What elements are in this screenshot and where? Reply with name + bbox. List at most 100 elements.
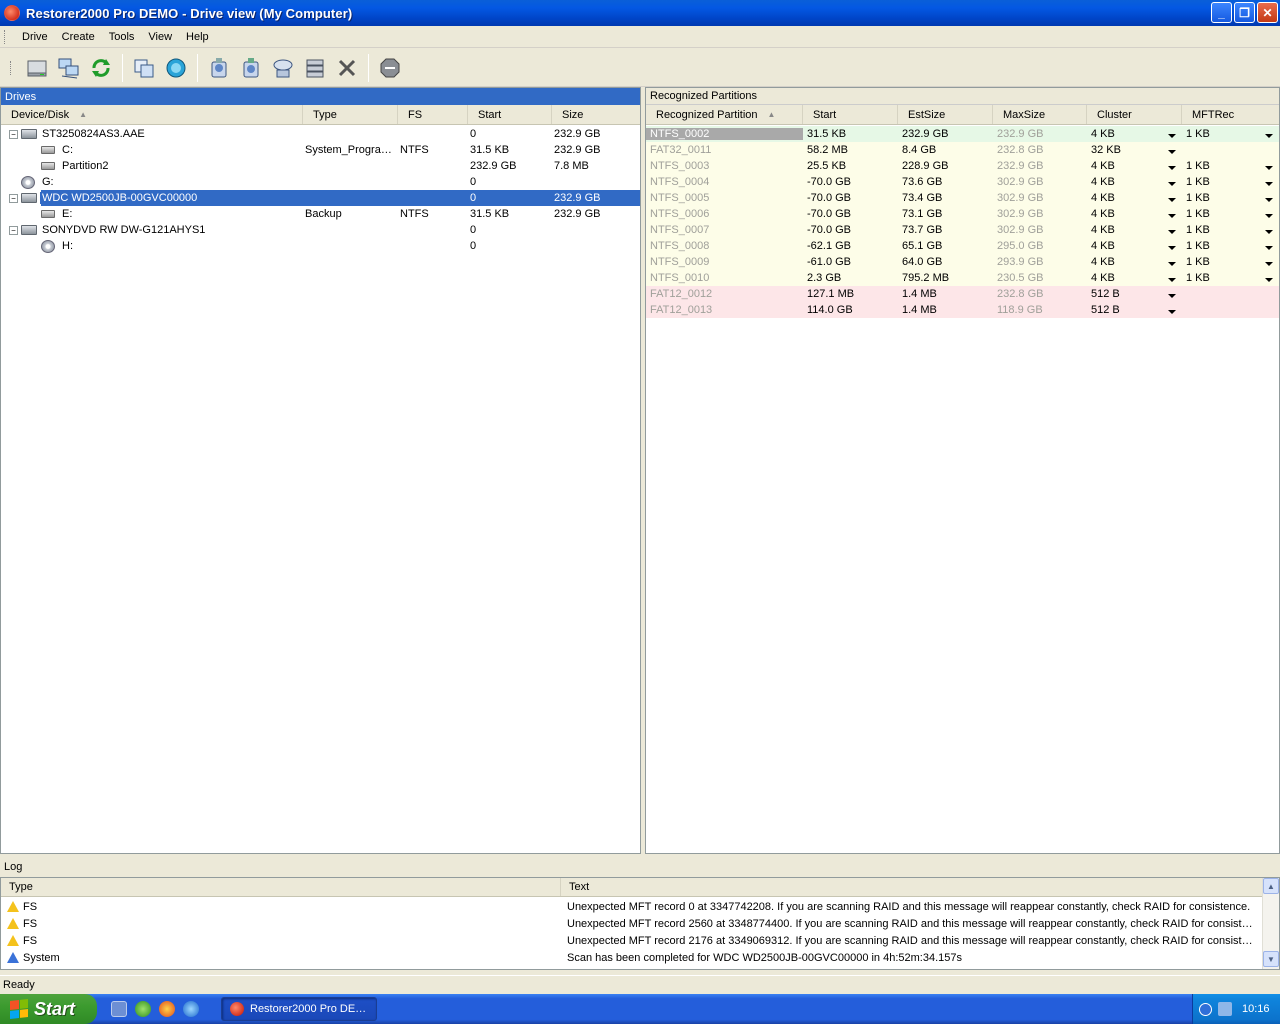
- column-header-fs[interactable]: FS: [398, 105, 468, 124]
- dropdown-arrow-icon[interactable]: [1168, 246, 1176, 250]
- dropdown-arrow-icon[interactable]: [1168, 166, 1176, 170]
- log-row[interactable]: FS Unexpected MFT record 0 at 3347742208.…: [1, 898, 1279, 915]
- column-header-size[interactable]: Size: [552, 105, 640, 124]
- log-row[interactable]: FS Unexpected MFT record 2560 at 33487744…: [1, 915, 1279, 932]
- dropdown-arrow-icon[interactable]: [1265, 198, 1273, 202]
- dropdown-arrow-icon[interactable]: [1168, 198, 1176, 202]
- log-row[interactable]: System Scan has been completed for WDC WD…: [1, 949, 1279, 966]
- column-header-maxsize[interactable]: MaxSize: [993, 105, 1087, 124]
- clock[interactable]: 10:16: [1242, 1003, 1270, 1015]
- start-button[interactable]: Start: [0, 994, 97, 1024]
- tree-row[interactable]: − ST3250824AS3.AAE 0 232.9 GB: [1, 126, 640, 142]
- log-scrollbar[interactable]: ▲ ▼: [1262, 878, 1279, 969]
- partition-row[interactable]: NTFS_0009 -61.0 GB 64.0 GB 293.9 GB 4 KB 1 KB: [646, 254, 1279, 270]
- drive-icon[interactable]: [24, 55, 50, 81]
- close-button[interactable]: ✕: [1257, 2, 1278, 23]
- partition-row[interactable]: NTFS_0002 31.5 KB 232.9 GB 232.9 GB 4 KB 1 KB: [646, 126, 1279, 142]
- column-header-log-type[interactable]: Type: [1, 878, 561, 896]
- collapse-icon[interactable]: −: [9, 225, 18, 235]
- refresh-icon[interactable]: [88, 55, 114, 81]
- dropdown-arrow-icon[interactable]: [1168, 262, 1176, 266]
- partition-row[interactable]: NTFS_0003 25.5 KB 228.9 GB 232.9 GB 4 KB 1 KB: [646, 158, 1279, 174]
- minimize-button[interactable]: _: [1211, 2, 1232, 23]
- scroll-down-icon[interactable]: ▼: [1263, 951, 1279, 967]
- column-header-device[interactable]: Device/Disk ▲: [1, 105, 303, 124]
- dropdown-arrow-icon[interactable]: [1265, 182, 1273, 186]
- menu-create[interactable]: Create: [55, 31, 102, 43]
- partition-row[interactable]: FAT12_0013 114.0 GB 1.4 MB 118.9 GB 512 B: [646, 302, 1279, 318]
- open-icon[interactable]: [206, 55, 232, 81]
- column-header-log-text[interactable]: Text: [561, 878, 1261, 896]
- partition-row[interactable]: NTFS_0006 -70.0 GB 73.1 GB 302.9 GB 4 KB 1 KB: [646, 206, 1279, 222]
- dropdown-arrow-icon[interactable]: [1168, 230, 1176, 234]
- cluster-value: 32 KB: [1091, 144, 1121, 156]
- copy-icon[interactable]: [131, 55, 157, 81]
- image-icon[interactable]: [302, 55, 328, 81]
- stop-icon[interactable]: [377, 55, 403, 81]
- toolbar-grip[interactable]: [10, 60, 13, 75]
- dropdown-arrow-icon[interactable]: [1168, 182, 1176, 186]
- collapse-icon[interactable]: −: [9, 129, 18, 139]
- dropdown-arrow-icon[interactable]: [1168, 150, 1176, 154]
- tree-row[interactable]: − WDC WD2500JB-00GVC00000 0 232.9 GB: [1, 190, 640, 206]
- partition-row[interactable]: NTFS_0010 2.3 GB 795.2 MB 230.5 GB 4 KB 1 KB: [646, 270, 1279, 286]
- media-player-icon[interactable]: [159, 1001, 175, 1017]
- menu-view[interactable]: View: [141, 31, 179, 43]
- dropdown-arrow-icon[interactable]: [1168, 278, 1176, 282]
- tree-row[interactable]: H: 0: [1, 238, 640, 254]
- partition-row[interactable]: NTFS_0008 -62.1 GB 65.1 GB 295.0 GB 4 KB 1 KB: [646, 238, 1279, 254]
- dropdown-arrow-icon[interactable]: [1265, 246, 1273, 250]
- dropdown-arrow-icon[interactable]: [1265, 166, 1273, 170]
- dropdown-arrow-icon[interactable]: [1168, 134, 1176, 138]
- show-desktop-icon[interactable]: [111, 1001, 127, 1017]
- tree-row[interactable]: C: System_Program… NTFS 31.5 KB 232.9 GB: [1, 142, 640, 158]
- dropdown-arrow-icon[interactable]: [1168, 214, 1176, 218]
- scroll-track[interactable]: [1263, 894, 1279, 951]
- column-header-start[interactable]: Start: [468, 105, 552, 124]
- dropdown-arrow-icon[interactable]: [1168, 294, 1176, 298]
- dropdown-arrow-icon[interactable]: [1265, 134, 1273, 138]
- taskbar-app-button[interactable]: Restorer2000 Pro DE…: [221, 997, 377, 1021]
- open-file-icon[interactable]: [238, 55, 264, 81]
- column-header-cluster[interactable]: Cluster: [1087, 105, 1182, 124]
- menu-tools[interactable]: Tools: [102, 31, 142, 43]
- delete-icon[interactable]: [334, 55, 360, 81]
- tree-row[interactable]: − SONYDVD RW DW-G121AHYS1 0: [1, 222, 640, 238]
- dropdown-arrow-icon[interactable]: [1265, 230, 1273, 234]
- network-icon[interactable]: [56, 55, 82, 81]
- column-header-start[interactable]: Start: [803, 105, 898, 124]
- messenger-icon[interactable]: [135, 1001, 151, 1017]
- dropdown-arrow-icon[interactable]: [1265, 278, 1273, 282]
- menu-drive[interactable]: Drive: [15, 31, 55, 43]
- dropdown-arrow-icon[interactable]: [1265, 262, 1273, 266]
- tree-row[interactable]: E: Backup NTFS 31.5 KB 232.9 GB: [1, 206, 640, 222]
- column-header-mftrec[interactable]: MFTRec: [1182, 105, 1279, 124]
- partition-row[interactable]: NTFS_0004 -70.0 GB 73.6 GB 302.9 GB 4 KB 1 KB: [646, 174, 1279, 190]
- scan-icon[interactable]: [163, 55, 189, 81]
- mftrec-cell: 1 KB: [1182, 256, 1279, 268]
- partition-row[interactable]: NTFS_0007 -70.0 GB 73.7 GB 302.9 GB 4 KB 1 KB: [646, 222, 1279, 238]
- log-row[interactable]: FS Unexpected MFT record 2176 at 33490693…: [1, 932, 1279, 949]
- column-header-type[interactable]: Type: [303, 105, 398, 124]
- internet-explorer-icon[interactable]: [183, 1001, 199, 1017]
- column-header-partition[interactable]: Recognized Partition ▲: [646, 105, 803, 124]
- find-icon[interactable]: [270, 55, 296, 81]
- restore-button[interactable]: ❐: [1234, 2, 1255, 23]
- estsize-value: 228.9 GB: [902, 160, 949, 172]
- menu-help[interactable]: Help: [179, 31, 216, 43]
- column-header-estsize[interactable]: EstSize: [898, 105, 993, 124]
- partition-row[interactable]: NTFS_0005 -70.0 GB 73.4 GB 302.9 GB 4 KB 1 KB: [646, 190, 1279, 206]
- collapse-icon[interactable]: −: [9, 193, 18, 203]
- partition-row[interactable]: FAT12_0012 127.1 MB 1.4 MB 232.8 GB 512 B: [646, 286, 1279, 302]
- scroll-up-icon[interactable]: ▲: [1263, 878, 1279, 894]
- menu-grip[interactable]: [4, 29, 7, 44]
- network-tray-icon[interactable]: [1218, 1002, 1232, 1016]
- tray-expand-icon[interactable]: [1199, 1002, 1212, 1016]
- dropdown-arrow-icon[interactable]: [1168, 310, 1176, 314]
- dropdown-arrow-icon[interactable]: [1265, 214, 1273, 218]
- partition-row[interactable]: FAT32_0011 58.2 MB 8.4 GB 232.8 GB 32 KB: [646, 142, 1279, 158]
- title-bar[interactable]: Restorer2000 Pro DEMO - Drive view (My C…: [0, 0, 1280, 26]
- tree-row[interactable]: G: 0: [1, 174, 640, 190]
- app-icon[interactable]: [4, 5, 20, 21]
- tree-row[interactable]: Partition2 232.9 GB 7.8 MB: [1, 158, 640, 174]
